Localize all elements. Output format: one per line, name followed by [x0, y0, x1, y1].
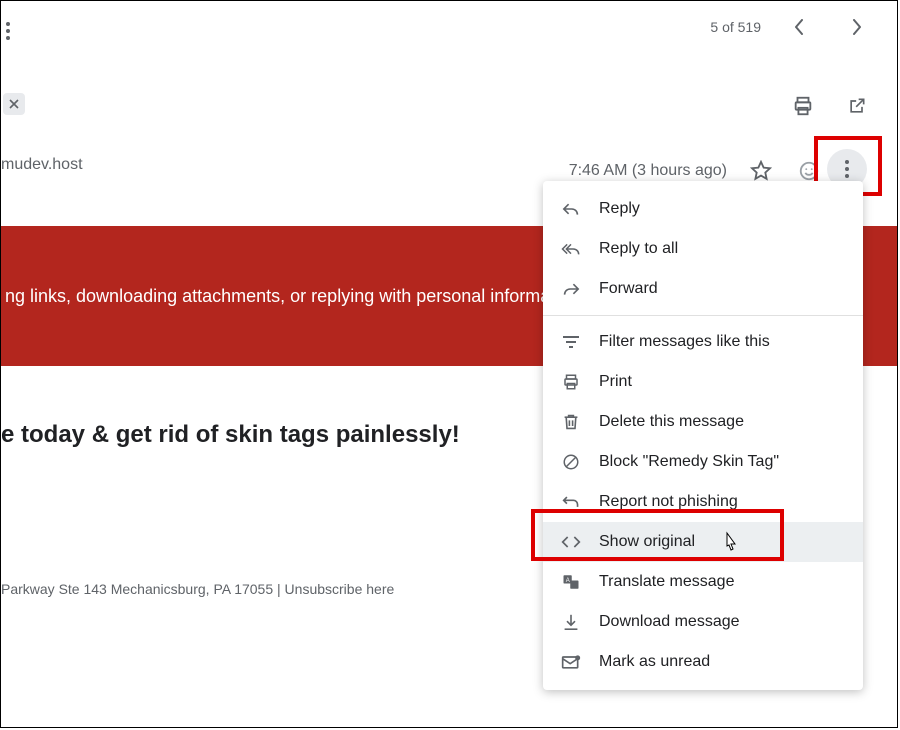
menu-reply[interactable]: Reply [543, 189, 863, 229]
download-icon [561, 612, 581, 632]
forward-icon [561, 279, 581, 299]
menu-filter[interactable]: Filter messages like this [543, 322, 863, 362]
menu-translate[interactable]: A Translate message [543, 562, 863, 602]
menu-block[interactable]: Block "Remedy Skin Tag" [543, 442, 863, 482]
menu-delete[interactable]: Delete this message [543, 402, 863, 442]
reply-icon [561, 199, 581, 219]
menu-print[interactable]: Print [543, 362, 863, 402]
menu-download[interactable]: Download message [543, 602, 863, 642]
translate-icon: A [561, 572, 581, 592]
svg-text:A: A [566, 578, 570, 584]
menu-item-label: Block "Remedy Skin Tag" [599, 453, 779, 471]
menu-show-original[interactable]: Show original [543, 522, 863, 562]
footer-line: Parkway Ste 143 Mechanicsburg, PA 17055 … [1, 581, 394, 597]
mark-unread-icon [561, 652, 581, 672]
pagination-counter: 5 of 519 [710, 19, 761, 35]
block-icon [561, 452, 581, 472]
body-headline: e today & get rid of skin tags painlessl… [1, 421, 460, 449]
undo-icon [561, 492, 581, 512]
menu-reply-all[interactable]: Reply to all [543, 229, 863, 269]
menu-item-label: Forward [599, 280, 658, 298]
print-icon [561, 372, 581, 392]
message-time: 7:46 AM (3 hours ago) [569, 162, 727, 180]
menu-item-label: Reply [599, 200, 640, 218]
menu-forward[interactable]: Forward [543, 269, 863, 309]
sender-domain: mudev.host [1, 156, 83, 174]
print-icon[interactable] [783, 86, 823, 126]
menu-divider [543, 315, 863, 316]
menu-report-not-phishing[interactable]: Report not phishing [543, 482, 863, 522]
more-menu: Reply Reply to all Forward Filter messag… [543, 181, 863, 690]
open-new-window-icon[interactable] [837, 86, 877, 126]
left-kebab-icon[interactable] [1, 19, 15, 43]
filter-icon [561, 332, 581, 352]
prev-button[interactable] [779, 7, 819, 47]
code-icon [561, 532, 581, 552]
menu-item-label: Print [599, 373, 632, 391]
reply-all-icon [561, 239, 581, 259]
menu-mark-unread[interactable]: Mark as unread [543, 642, 863, 682]
warning-banner-text: ng links, downloading attachments, or re… [5, 286, 550, 307]
menu-item-label: Show original [599, 533, 695, 551]
menu-item-label: Report not phishing [599, 493, 738, 511]
trash-icon [561, 412, 581, 432]
menu-item-label: Download message [599, 613, 740, 631]
close-chip[interactable] [3, 93, 25, 115]
menu-item-label: Translate message [599, 573, 734, 591]
menu-item-label: Mark as unread [599, 653, 710, 671]
menu-item-label: Filter messages like this [599, 333, 770, 351]
menu-item-label: Delete this message [599, 413, 744, 431]
menu-item-label: Reply to all [599, 240, 678, 258]
next-button[interactable] [837, 7, 877, 47]
